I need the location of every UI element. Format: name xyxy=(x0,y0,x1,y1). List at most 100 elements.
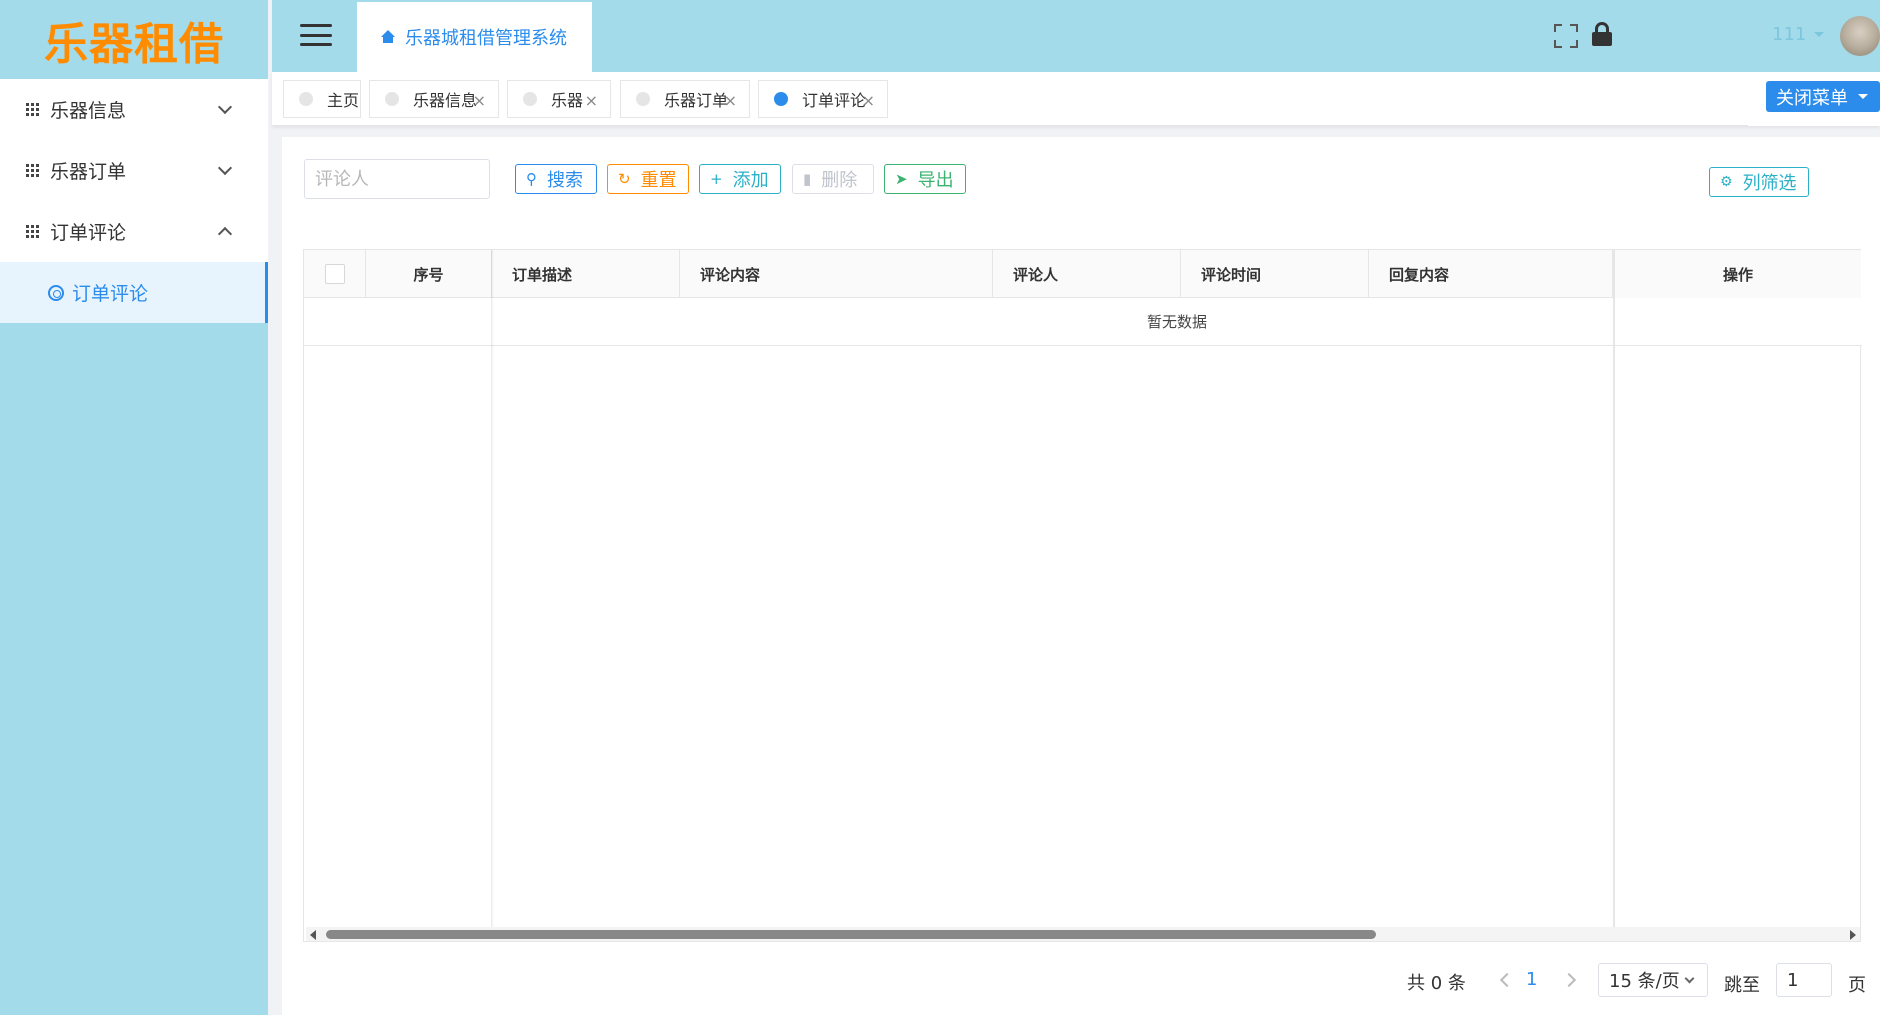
grid-icon xyxy=(26,163,40,178)
home-icon xyxy=(381,30,395,44)
chevron-down-icon xyxy=(217,160,233,176)
header: 乐器城租借管理系统 111 xyxy=(272,0,1880,72)
tag-instrument-order[interactable]: 乐器订单 × xyxy=(620,80,750,118)
tag-label: 乐器信息 xyxy=(413,91,478,110)
tag-instrument-info[interactable]: 乐器信息 × xyxy=(369,80,499,118)
total-count: 共 0 条 xyxy=(1407,973,1466,994)
jump-label: 跳至 xyxy=(1724,975,1760,996)
title-tab-label: 乐器城租借管理系统 xyxy=(405,28,567,49)
avatar[interactable] xyxy=(1840,16,1880,56)
tag-instrument[interactable]: 乐器 × xyxy=(507,80,611,118)
chevron-down-icon xyxy=(1684,973,1695,983)
page-size-value: 15 条/页 xyxy=(1609,971,1680,992)
dot-icon xyxy=(523,92,537,106)
caret-down-icon xyxy=(1858,94,1868,99)
search-button[interactable]: ⚲ 搜索 xyxy=(515,164,597,194)
reset-button-label: 重置 xyxy=(640,170,677,191)
header-select-all xyxy=(304,250,366,298)
user-menu[interactable]: 111 xyxy=(1772,24,1825,45)
data-table: 序号 订单描述 评论内容 评论人 评论时间 回复内容 操作 暂无数据 xyxy=(303,249,1862,942)
close-icon[interactable]: × xyxy=(585,91,598,110)
send-icon: ➤ xyxy=(895,170,908,188)
column-header-comment-content[interactable]: 评论内容 xyxy=(680,250,993,298)
table-header: 序号 订单描述 评论内容 评论人 评论时间 回复内容 操作 xyxy=(304,250,1861,298)
select-all-checkbox[interactable] xyxy=(324,264,345,284)
fixed-column-divider xyxy=(1613,250,1615,941)
dot-icon xyxy=(385,92,399,106)
table-row xyxy=(304,298,492,346)
jump-page-input[interactable] xyxy=(1776,963,1832,997)
lock-icon[interactable] xyxy=(1592,22,1612,48)
scroll-right-arrow-icon[interactable] xyxy=(1850,930,1856,940)
hamburger-menu-icon[interactable] xyxy=(300,24,332,46)
main-panel: ⚲ 搜索 ↻ 重置 + 添加 ▮ 删除 ➤ 导出 ⚙ 列筛选 序号 订单描述 评… xyxy=(282,137,1880,1015)
page-suffix-label: 页 xyxy=(1848,975,1866,996)
export-button-label: 导出 xyxy=(917,170,954,191)
gear-icon: ⚙ xyxy=(1720,174,1733,190)
scrollbar-thumb[interactable] xyxy=(326,930,1376,939)
operations-cell xyxy=(1615,298,1861,346)
delete-button[interactable]: ▮ 删除 xyxy=(792,164,874,194)
tag-label: 订单评论 xyxy=(802,91,867,110)
tag-home[interactable]: 主页 xyxy=(283,80,361,118)
search-button-label: 搜索 xyxy=(547,170,583,191)
chevron-left-icon[interactable] xyxy=(1499,972,1515,988)
dot-icon xyxy=(774,92,788,106)
column-filter-label: 列筛选 xyxy=(1742,173,1797,194)
trash-icon: ▮ xyxy=(803,170,812,188)
column-header-order-desc[interactable]: 订单描述 xyxy=(492,250,680,298)
title-tab[interactable]: 乐器城租借管理系统 xyxy=(357,2,592,72)
column-filter-button[interactable]: ⚙ 列筛选 xyxy=(1709,167,1809,197)
horizontal-scrollbar[interactable] xyxy=(306,927,1860,941)
sidebar-item-label: 乐器信息 xyxy=(50,100,127,122)
sidebar-item-order-comment[interactable]: 订单评论 xyxy=(0,201,268,262)
sidebar-item-label: 订单评论 xyxy=(50,222,127,244)
reset-button[interactable]: ↻ 重置 xyxy=(607,164,689,194)
pagination: 共 0 条 1 15 条/页 跳至 页 xyxy=(282,963,1880,1003)
refresh-icon: ↻ xyxy=(618,170,631,188)
search-icon: ⚲ xyxy=(526,170,537,188)
column-header-comment-time[interactable]: 评论时间 xyxy=(1181,250,1369,298)
sidebar-item-instrument-order[interactable]: 乐器订单 xyxy=(0,140,268,201)
add-button-label: 添加 xyxy=(732,170,769,191)
close-menu-button[interactable]: 关闭菜单 xyxy=(1766,81,1880,112)
page-number[interactable]: 1 xyxy=(1526,969,1537,990)
close-icon[interactable]: × xyxy=(473,91,486,110)
page-size-select[interactable]: 15 条/页 xyxy=(1598,963,1708,997)
export-button[interactable]: ➤ 导出 xyxy=(884,164,966,194)
dot-icon xyxy=(636,92,650,106)
dot-icon xyxy=(299,92,313,106)
commenter-search-input[interactable] xyxy=(304,159,490,199)
circle-icon xyxy=(48,284,64,301)
fixed-column-divider xyxy=(491,250,494,941)
close-menu-label: 关闭菜单 xyxy=(1776,87,1848,109)
plus-icon: + xyxy=(710,170,723,188)
user-name: 111 xyxy=(1772,24,1807,45)
caret-down-icon xyxy=(1814,32,1825,37)
tags-bar: 主页 乐器信息 × 乐器 × 乐器订单 × 订单评论 × 关闭菜单 xyxy=(272,72,1880,126)
column-header-commenter[interactable]: 评论人 xyxy=(993,250,1181,298)
chevron-up-icon xyxy=(217,226,233,242)
delete-button-label: 删除 xyxy=(821,170,858,191)
sidebar-subitem-label: 订单评论 xyxy=(72,283,149,305)
close-icon[interactable]: × xyxy=(862,91,875,110)
close-icon[interactable]: × xyxy=(724,91,737,110)
sidebar-item-instrument-info[interactable]: 乐器信息 xyxy=(0,79,268,140)
column-header-index[interactable]: 序号 xyxy=(366,250,492,298)
column-header-reply-content[interactable]: 回复内容 xyxy=(1369,250,1613,298)
tag-label: 乐器 xyxy=(551,91,584,110)
scroll-left-arrow-icon[interactable] xyxy=(310,930,316,940)
sidebar-item-label: 乐器订单 xyxy=(50,161,127,183)
tag-order-comment[interactable]: 订单评论 × xyxy=(758,80,888,118)
tag-label: 乐器订单 xyxy=(664,91,729,110)
logo-text: 乐器租借 xyxy=(44,18,224,70)
logo: 乐器租借 xyxy=(0,0,268,79)
chevron-right-icon[interactable] xyxy=(1561,972,1577,988)
column-header-operations[interactable]: 操作 xyxy=(1615,250,1861,298)
chevron-down-icon xyxy=(217,99,233,115)
add-button[interactable]: + 添加 xyxy=(699,164,781,194)
fullscreen-icon[interactable] xyxy=(1554,24,1578,48)
grid-icon xyxy=(26,102,40,117)
sidebar-subitem-order-comment[interactable]: 订单评论 xyxy=(0,262,268,323)
sidebar-menu: 乐器信息 乐器订单 订单评论 订单评论 xyxy=(0,79,268,323)
